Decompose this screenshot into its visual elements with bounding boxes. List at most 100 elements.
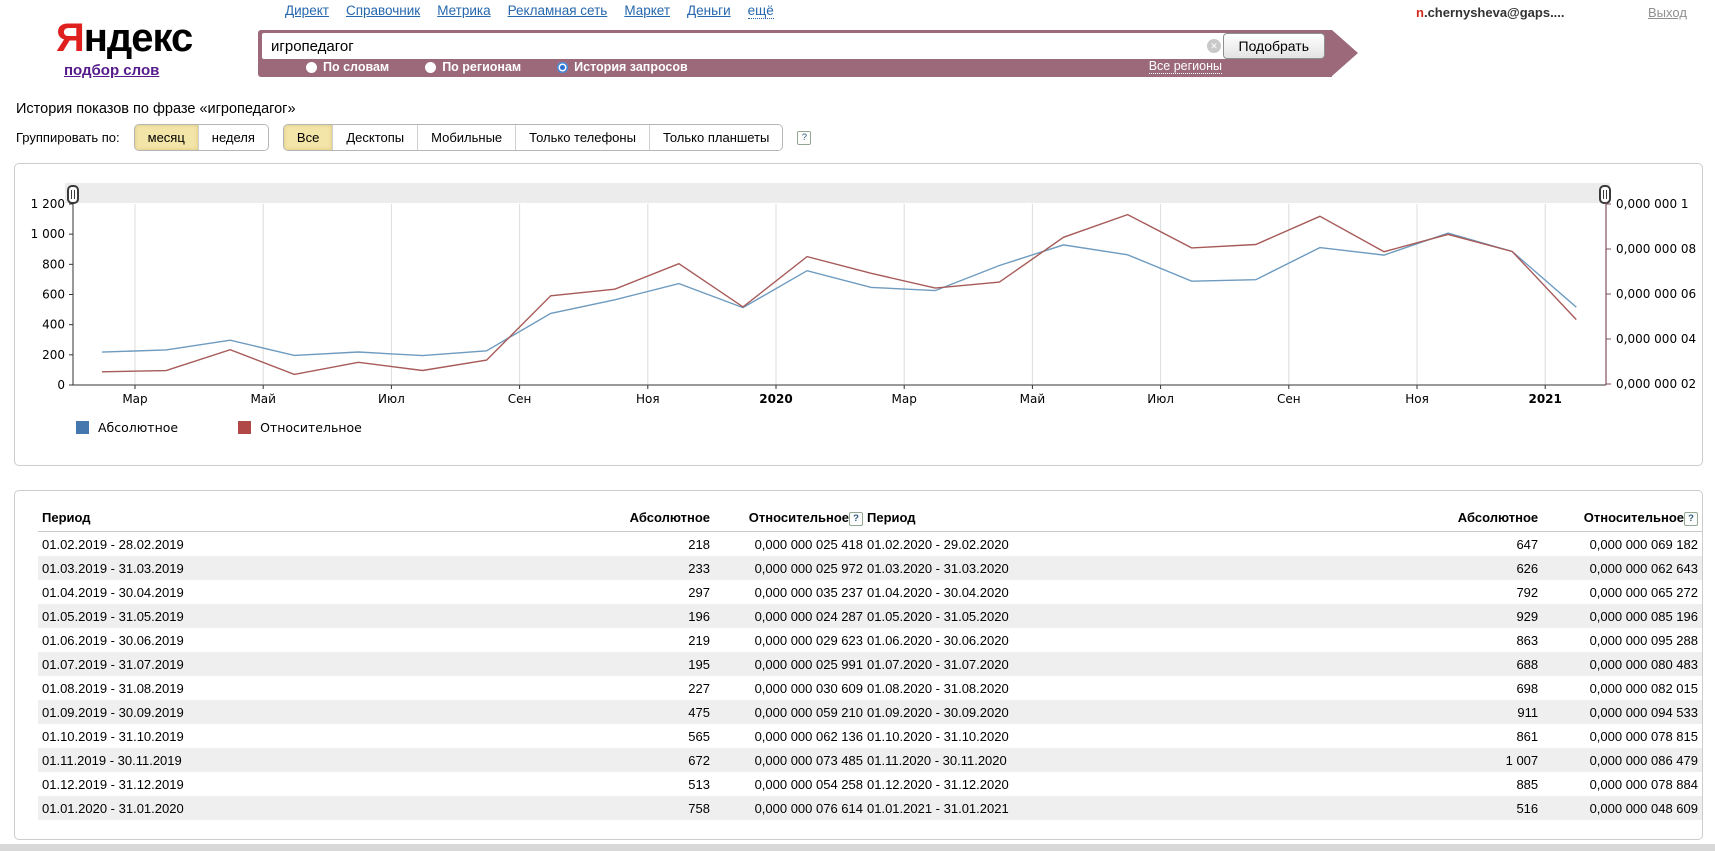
cell-period: 01.06.2020 - 30.06.2020: [863, 628, 1400, 652]
svg-text:0,000 000 1: 0,000 000 1: [1616, 197, 1689, 211]
cell-period: 01.10.2020 - 31.10.2020: [863, 724, 1400, 748]
cell-period: 01.09.2020 - 30.09.2020: [863, 700, 1400, 724]
group-by-option-0[interactable]: месяц: [135, 125, 198, 150]
cell-period: 01.05.2020 - 31.05.2020: [863, 604, 1400, 628]
cell-absolute: 911: [1400, 700, 1542, 724]
cell-relative: 0,000 000 030 609: [714, 676, 867, 700]
nav-link-0[interactable]: Директ: [285, 3, 329, 19]
nav-link-1[interactable]: Справочник: [346, 3, 420, 19]
cell-period: 01.07.2020 - 31.07.2020: [863, 652, 1400, 676]
device-option-0[interactable]: Все: [284, 125, 332, 150]
legend-item-0: Абсолютное: [76, 420, 178, 435]
svg-text:1 200: 1 200: [31, 197, 65, 211]
table-row: 01.03.2019 - 31.03.20192330,000 000 025 …: [38, 556, 867, 580]
search-mode-1[interactable]: По регионам: [425, 60, 521, 74]
nav-link-4[interactable]: Маркет: [624, 3, 670, 19]
nav-link-2[interactable]: Метрика: [437, 3, 490, 19]
cell-relative: 0,000 000 073 485: [714, 748, 867, 772]
cell-period: 01.12.2019 - 31.12.2019: [38, 772, 586, 796]
all-regions-link[interactable]: Все регионы: [1149, 59, 1222, 74]
top-nav: Директ Справочник Метрика Рекламная сеть Мар…: [285, 3, 774, 19]
table-row: 01.10.2019 - 31.10.20195650,000 000 062 …: [38, 724, 867, 748]
svg-text:Сен: Сен: [1277, 392, 1301, 406]
search-input[interactable]: [262, 33, 1228, 59]
cell-period: 01.11.2020 - 30.11.2020: [863, 748, 1400, 772]
clear-input-icon[interactable]: ✕: [1207, 39, 1221, 53]
cell-relative: 0,000 000 062 136: [714, 724, 867, 748]
device-filter-help-icon[interactable]: ?: [797, 131, 811, 145]
cell-absolute: 626: [1400, 556, 1542, 580]
table-row: 01.12.2019 - 31.12.20195130,000 000 054 …: [38, 772, 867, 796]
svg-text:0: 0: [57, 378, 65, 392]
logout-link[interactable]: Выход: [1648, 5, 1687, 20]
cell-relative: 0,000 000 086 479: [1542, 748, 1702, 772]
cell-absolute: 758: [586, 796, 714, 820]
svg-text:0,000 000 04: 0,000 000 04: [1616, 332, 1696, 346]
radio-icon[interactable]: [306, 62, 317, 73]
chart-legend: Абсолютное Относительное: [76, 420, 362, 435]
svg-text:2021: 2021: [1528, 392, 1561, 406]
svg-text:0,000 000 06: 0,000 000 06: [1616, 287, 1696, 301]
search-input-wrap: ✕: [262, 33, 1228, 59]
group-by-option-1[interactable]: неделя: [198, 125, 268, 150]
legend-label: Относительное: [260, 420, 362, 435]
cell-absolute: 475: [586, 700, 714, 724]
search-mode-2[interactable]: История запросов: [557, 60, 688, 74]
svg-text:800: 800: [42, 257, 65, 271]
group-by-toggle: месяцнеделя: [134, 124, 269, 151]
search-mode-0[interactable]: По словам: [306, 60, 389, 74]
bottom-edge-strip: [0, 844, 1715, 851]
user-email[interactable]: n.chernysheva@gaps....: [1416, 5, 1565, 20]
history-line-chart[interactable]: МарМайИюлСенНоя2020МарМайИюлСенНоя202102…: [15, 164, 1702, 414]
table-row: 01.09.2019 - 30.09.20194750,000 000 059 …: [38, 700, 867, 724]
cell-period: 01.03.2019 - 31.03.2019: [38, 556, 586, 580]
device-option-4[interactable]: Только планшеты: [649, 125, 782, 150]
device-filter-toggle: ВсеДесктопыМобильныеТолько телефоныТольк…: [283, 124, 783, 151]
search-widget: ✕ Подобрать По словам По регионам История …: [258, 30, 1332, 77]
chart-panel: МарМайИюлСенНоя2020МарМайИюлСенНоя202102…: [14, 163, 1703, 466]
nav-link-6[interactable]: ещё: [748, 3, 774, 19]
device-option-3[interactable]: Только телефоны: [515, 125, 649, 150]
yandex-logo[interactable]: Яндекс: [56, 16, 192, 61]
cell-absolute: 861: [1400, 724, 1542, 748]
cell-relative: 0,000 000 094 533: [1542, 700, 1702, 724]
controls-row: Группировать по: месяцнеделя ВсеДесктопы…: [16, 124, 811, 151]
cell-absolute: 885: [1400, 772, 1542, 796]
cell-relative: 0,000 000 024 287: [714, 604, 867, 628]
cell-period: 01.11.2019 - 30.11.2019: [38, 748, 586, 772]
wordstat-link[interactable]: подбор слов: [64, 62, 159, 79]
table-header-row: ПериодАбсолютноеОтносительное?: [38, 505, 867, 532]
col-header-relative: Относительное?: [1542, 505, 1702, 532]
search-arrow-decoration: [1332, 30, 1358, 76]
legend-swatch: [76, 421, 89, 434]
submit-button[interactable]: Подобрать: [1223, 33, 1326, 59]
cell-absolute: 297: [586, 580, 714, 604]
logo-letter: Я: [56, 16, 84, 60]
legend-item-1: Относительное: [238, 420, 362, 435]
cell-relative: 0,000 000 035 237: [714, 580, 867, 604]
table-row: 01.04.2020 - 30.04.20207920,000 000 065 …: [863, 580, 1702, 604]
svg-text:Сен: Сен: [508, 392, 532, 406]
svg-text:Июл: Июл: [378, 392, 405, 406]
radio-icon[interactable]: [425, 62, 436, 73]
col-header-relative: Относительное?: [714, 505, 867, 532]
relative-help-icon[interactable]: ?: [1684, 512, 1698, 526]
device-option-2[interactable]: Мобильные: [417, 125, 515, 150]
table-row: 01.02.2019 - 28.02.20192180,000 000 025 …: [38, 532, 867, 557]
nav-link-3[interactable]: Рекламная сеть: [508, 3, 608, 19]
cell-absolute: 565: [586, 724, 714, 748]
cell-absolute: 688: [1400, 652, 1542, 676]
cell-period: 01.06.2019 - 30.06.2019: [38, 628, 586, 652]
table-row: 01.06.2019 - 30.06.20192190,000 000 029 …: [38, 628, 867, 652]
device-option-1[interactable]: Десктопы: [332, 125, 417, 150]
wordstat-page: Яндекс подбор слов Директ Справочник Метри…: [0, 0, 1715, 851]
table-row: 01.06.2020 - 30.06.20208630,000 000 095 …: [863, 628, 1702, 652]
radio-selected-icon[interactable]: [557, 62, 568, 73]
table-row: 01.07.2020 - 31.07.20206880,000 000 080 …: [863, 652, 1702, 676]
history-table-panel: ПериодАбсолютноеОтносительное?01.02.2019…: [14, 490, 1703, 840]
cell-period: 01.02.2019 - 28.02.2019: [38, 532, 586, 557]
table-row: 01.02.2020 - 29.02.20206470,000 000 069 …: [863, 532, 1702, 557]
cell-relative: 0,000 000 062 643: [1542, 556, 1702, 580]
nav-link-5[interactable]: Деньги: [687, 3, 731, 19]
relative-help-icon[interactable]: ?: [849, 512, 863, 526]
